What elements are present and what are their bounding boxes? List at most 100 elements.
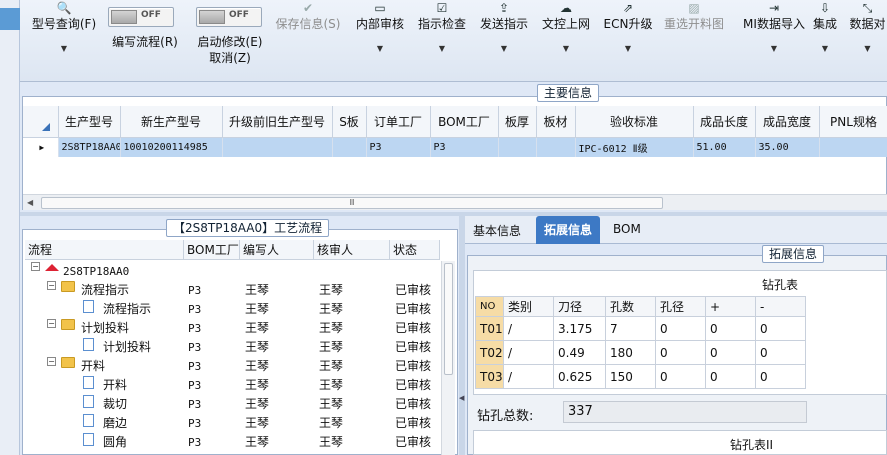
drill-row[interactable]: T03/0.625 150 0 0 0 bbox=[475, 364, 806, 389]
tree-node-label: 流程指示 bbox=[81, 283, 130, 297]
data-more-button[interactable]: ⤡ 数据对 ▼ bbox=[848, 0, 887, 54]
cell[interactable] bbox=[819, 137, 887, 157]
cell[interactable]: 35.00 bbox=[755, 137, 820, 157]
send-instruction-button[interactable]: ⇪ 发送指示 ▼ bbox=[476, 0, 532, 54]
mi-import-button[interactable]: ⇥ MI数据导入 ▼ bbox=[732, 0, 816, 54]
col-header[interactable]: 升级前旧生产型号 bbox=[222, 106, 333, 138]
drill-cell[interactable]: 7 bbox=[605, 316, 656, 341]
drill-cell[interactable]: 0 bbox=[755, 340, 806, 365]
drill-cell[interactable]: 0 bbox=[705, 340, 756, 365]
col-header[interactable]: BOM工厂 bbox=[430, 106, 499, 138]
folder-icon bbox=[61, 281, 75, 292]
drill-cell[interactable]: / bbox=[503, 340, 554, 365]
col-header[interactable]: PNL规格 bbox=[819, 106, 887, 138]
collapse-icon[interactable]: − bbox=[47, 281, 56, 290]
tab-extended-info[interactable]: 拓展信息 bbox=[536, 216, 601, 244]
drill-cell[interactable]: 0.625 bbox=[553, 364, 606, 389]
cell[interactable]: P3 bbox=[430, 137, 499, 157]
cell[interactable]: 2S8TP18AA0 bbox=[58, 137, 121, 157]
cell[interactable]: 10010200114985 bbox=[120, 137, 223, 157]
drill-cell[interactable]: T02 bbox=[475, 340, 504, 365]
drill-cell[interactable]: / bbox=[503, 364, 554, 389]
col-header[interactable]: 验收标准 bbox=[575, 106, 694, 138]
chevron-down-icon[interactable]: ▼ bbox=[810, 44, 840, 54]
collapse-icon[interactable]: − bbox=[47, 319, 56, 328]
edit-flow-toggle[interactable]: OFF bbox=[108, 7, 174, 27]
left-dock-selected-tab[interactable] bbox=[0, 8, 20, 30]
drill-cell[interactable]: 180 bbox=[605, 340, 656, 365]
col-header[interactable]: 生产型号 bbox=[58, 106, 121, 138]
tree-scroll-thumb[interactable] bbox=[444, 263, 453, 375]
cell[interactable] bbox=[536, 137, 576, 157]
tree-row[interactable]: 圆角 P3 王琴 王琴 已审核 bbox=[25, 433, 440, 452]
drill-cell[interactable]: 0 bbox=[705, 316, 756, 341]
chevron-down-icon[interactable]: ▼ bbox=[600, 44, 656, 54]
collapse-icon[interactable]: − bbox=[31, 262, 40, 271]
col-header[interactable]: 成品宽度 bbox=[755, 106, 820, 138]
chevron-down-icon[interactable]: ▼ bbox=[732, 44, 816, 54]
reselect-drawing-button[interactable]: ▨ 重选开料图 bbox=[658, 0, 730, 32]
drill-cell[interactable]: 0.49 bbox=[553, 340, 606, 365]
chevron-down-icon[interactable]: ▼ bbox=[24, 44, 104, 54]
tree-row[interactable]: 流程指示 P3 王琴 王琴 已审核 bbox=[25, 300, 440, 319]
drill-cell[interactable]: 0 bbox=[755, 316, 806, 341]
tree-row[interactable]: 裁切 P3 王琴 王琴 已审核 bbox=[25, 395, 440, 414]
internal-review-button[interactable]: ▭ 内部审核 ▼ bbox=[352, 0, 408, 54]
tree-row[interactable]: − 流程指示 P3 王琴 王琴 已审核 bbox=[25, 281, 440, 300]
cell[interactable] bbox=[332, 137, 367, 157]
drill-cell[interactable]: 0 bbox=[655, 316, 706, 341]
col-header[interactable]: 订单工厂 bbox=[366, 106, 431, 138]
tree-v-scrollbar[interactable] bbox=[441, 261, 455, 455]
save-info-button[interactable]: ✔ 保存信息(S) bbox=[270, 0, 346, 32]
drill-row[interactable]: T01/3.175 7 0 0 0 bbox=[475, 316, 806, 341]
scroll-thumb[interactable]: Ⅲ bbox=[41, 197, 663, 209]
model-query-button[interactable]: 🔍 型号查询(F) ▼ bbox=[24, 0, 104, 54]
integrate-button[interactable]: ⇩ 集成 ▼ bbox=[810, 0, 840, 54]
chevron-down-icon[interactable]: ▼ bbox=[352, 44, 408, 54]
tab-basic-info[interactable]: 基本信息 bbox=[473, 222, 521, 239]
chevron-down-icon[interactable]: ▼ bbox=[848, 44, 887, 54]
tree-row[interactable]: − 开料 P3 王琴 王琴 已审核 bbox=[25, 357, 440, 376]
col-header[interactable]: 板材 bbox=[536, 106, 576, 138]
chevron-down-icon[interactable]: ▼ bbox=[538, 44, 594, 54]
drill-table: NO 类别 刀径 孔数 孔径 + - T01/3.175 7 0 0 0 T02/0.49 180 0 0 0… bbox=[475, 296, 806, 389]
drill-cell[interactable]: 0 bbox=[755, 364, 806, 389]
ecn-upgrade-button[interactable]: ⇗ ECN升级 ▼ bbox=[600, 0, 656, 54]
cell[interactable]: 51.00 bbox=[693, 137, 756, 157]
col-header[interactable]: 新生产型号 bbox=[120, 106, 223, 138]
drill-cell[interactable]: T01 bbox=[475, 316, 504, 341]
drill-cell[interactable]: 3.175 bbox=[553, 316, 606, 341]
chevron-down-icon[interactable]: ▼ bbox=[476, 44, 532, 54]
cell[interactable] bbox=[498, 137, 537, 157]
process-flow-title: 【2S8TP18AA0】工艺流程 bbox=[166, 219, 330, 237]
vertical-splitter[interactable]: ◀ bbox=[459, 216, 465, 455]
drill-cell[interactable]: 0 bbox=[655, 364, 706, 389]
checkbox-icon: ☑ bbox=[436, 1, 448, 15]
col-header[interactable]: 板厚 bbox=[498, 106, 537, 138]
collapse-icon[interactable]: − bbox=[47, 357, 56, 366]
upload-doc-button[interactable]: ☁ 文控上网 ▼ bbox=[538, 0, 594, 54]
tree-row[interactable]: 磨边 P3 王琴 王琴 已审核 bbox=[25, 414, 440, 433]
cell[interactable]: IPC-6012 Ⅱ级 bbox=[575, 137, 694, 157]
tree-row[interactable]: 开料 P3 王琴 王琴 已审核 bbox=[25, 376, 440, 395]
scroll-left-icon[interactable]: ◀ bbox=[27, 198, 33, 207]
tree-row[interactable]: − 计划投料 P3 王琴 王琴 已审核 bbox=[25, 319, 440, 338]
tree-row[interactable]: 计划投料 P3 王琴 王琴 已审核 bbox=[25, 338, 440, 357]
drill-row[interactable]: T02/0.49 180 0 0 0 bbox=[475, 340, 806, 365]
col-header[interactable]: 成品长度 bbox=[693, 106, 756, 138]
drill-cell[interactable]: 0 bbox=[655, 340, 706, 365]
main-info-h-scrollbar[interactable]: ◀ Ⅲ bbox=[23, 194, 887, 210]
tree-root[interactable]: − 2S8TP18AA0 bbox=[25, 262, 440, 281]
drill-cell[interactable]: / bbox=[503, 316, 554, 341]
drill-cell[interactable]: T03 bbox=[475, 364, 504, 389]
col-header[interactable]: S板 bbox=[332, 106, 367, 138]
tab-bom[interactable]: BOM bbox=[613, 222, 641, 236]
cancel-button[interactable]: 取消(Z) bbox=[198, 50, 262, 66]
start-modify-toggle[interactable]: OFF bbox=[196, 7, 262, 27]
drill-cell[interactable]: 0 bbox=[705, 364, 756, 389]
cell[interactable]: P3 bbox=[366, 137, 431, 157]
chevron-down-icon[interactable]: ▼ bbox=[414, 44, 470, 54]
instruction-check-button[interactable]: ☑ 指示检查 ▼ bbox=[414, 0, 470, 54]
drill-cell[interactable]: 150 bbox=[605, 364, 656, 389]
cell[interactable] bbox=[222, 137, 333, 157]
